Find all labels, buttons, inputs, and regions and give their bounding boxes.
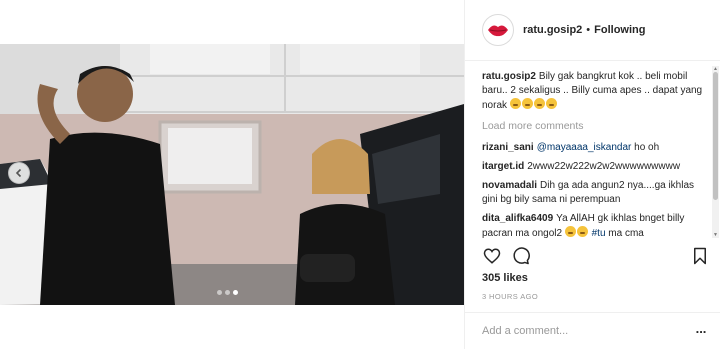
add-comment-input[interactable]: [482, 322, 682, 340]
chevron-left-icon: [15, 168, 22, 178]
carousel-indicator: [217, 290, 238, 295]
caption: ratu.gosip2 Bily gak bangkrut kok .. beli…: [482, 70, 710, 113]
scrollbar-thumb[interactable]: [713, 72, 718, 200]
like-count[interactable]: 305 likes: [482, 272, 528, 284]
emoji-icon: [533, 98, 545, 109]
save-button[interactable]: [690, 246, 710, 266]
carousel-dot: [225, 290, 230, 295]
list-item: rizani_sani @mayaaaa_iskandar ho oh: [482, 141, 710, 155]
carousel-dot-active: [233, 290, 238, 295]
comments-list: ratu.gosip2 Bily gak bangkrut kok .. beli…: [482, 70, 710, 240]
emoji-icon: [545, 98, 557, 109]
emoji-icon: [564, 226, 576, 237]
list-item: itarget.id 2www22w222w2w2wwwwwwwww: [482, 160, 710, 174]
comment-text: ho oh: [631, 142, 660, 153]
comment-username[interactable]: itarget.id: [482, 161, 524, 172]
comment-username[interactable]: novamadali: [482, 180, 537, 191]
post-actions: [482, 246, 710, 266]
like-button[interactable]: [482, 246, 502, 266]
comments-scrollbar[interactable]: ▲ ▼: [712, 66, 719, 238]
header-separator: •: [586, 24, 591, 36]
speech-bubble-icon: [513, 247, 530, 265]
comment-mention[interactable]: @mayaaaa_iskandar: [537, 142, 632, 153]
emoji-icon: [509, 98, 521, 109]
heart-outline-icon: [483, 248, 501, 264]
comment-text: 2www22w222w2w2wwwwwwwww: [527, 161, 681, 172]
post-media[interactable]: [0, 44, 464, 305]
lips-logo-icon: [488, 25, 508, 37]
video-frame: [0, 44, 464, 305]
more-options-button[interactable]: ...: [691, 322, 711, 339]
list-item: dita_alifka6409 Ya AllAH gk ikhlas bnget …: [482, 212, 710, 240]
load-more-comments-link[interactable]: Load more comments: [482, 119, 710, 133]
post-timestamp[interactable]: 3 HOURS AGO: [482, 292, 538, 301]
follow-status-button[interactable]: Following: [594, 24, 645, 36]
avatar[interactable]: [482, 14, 514, 46]
caption-username[interactable]: ratu.gosip2: [482, 71, 536, 82]
list-item: novamadali Dih ga ada angun2 nya....ga ik…: [482, 179, 710, 207]
emoji-icon: [576, 226, 588, 237]
comment-hashtag[interactable]: #tu: [592, 228, 606, 239]
scroll-down-arrow-icon[interactable]: ▼: [712, 232, 719, 238]
post-header: ratu.gosip2 • Following: [465, 0, 720, 61]
comment-username[interactable]: dita_alifka6409: [482, 213, 553, 224]
comment-button[interactable]: [511, 246, 531, 266]
post-side-panel: ratu.gosip2 • Following ratu.gosip2 Bily …: [464, 0, 720, 349]
carousel-prev-button[interactable]: [8, 162, 30, 184]
comment-username[interactable]: rizani_sani: [482, 142, 534, 153]
emoji-icon: [521, 98, 533, 109]
carousel-dot: [217, 290, 222, 295]
post-author-username[interactable]: ratu.gosip2: [523, 24, 582, 36]
comment-text-tail: ma cma: [605, 228, 644, 239]
add-comment-bar: ...: [465, 312, 720, 349]
bookmark-outline-icon: [694, 247, 706, 265]
